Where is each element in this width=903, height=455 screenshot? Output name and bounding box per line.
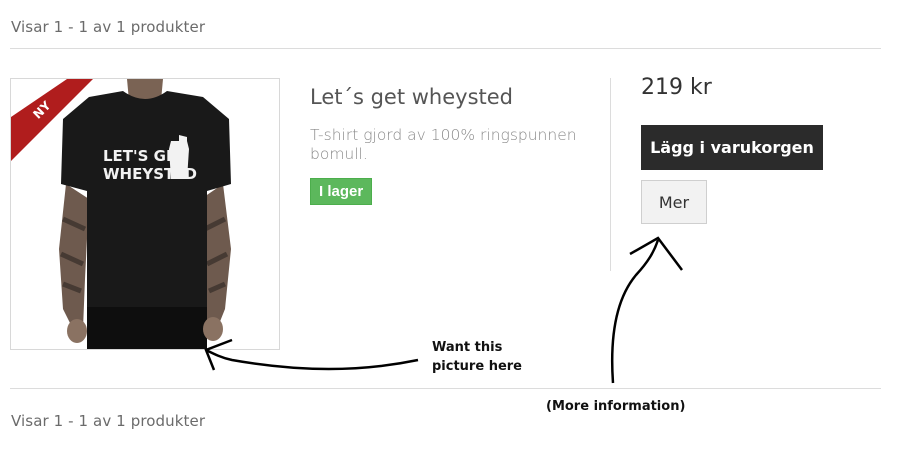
product-count-top: Visar 1 - 1 av 1 produkter xyxy=(11,18,206,36)
column-divider xyxy=(610,78,611,271)
product-price: 219 kr xyxy=(641,75,712,100)
annotation-info-note: (More information) xyxy=(546,399,686,414)
more-button[interactable]: Mer xyxy=(641,180,707,224)
product-image[interactable]: LET'S GET WHEYSTED NY xyxy=(10,78,280,350)
stock-status-badge: I lager xyxy=(310,178,373,205)
product-description: T-shirt gjord av 100% ringspunnen bomull… xyxy=(310,126,577,163)
add-to-cart-button[interactable]: Lägg i varukorgen xyxy=(641,125,823,170)
product-title[interactable]: Let´s get wheysted xyxy=(310,85,513,109)
divider-top xyxy=(10,48,881,49)
annotation-picture-note: Want this picture here xyxy=(432,340,522,374)
product-count-bottom: Visar 1 - 1 av 1 produkter xyxy=(11,412,206,430)
divider-bottom xyxy=(10,388,881,389)
